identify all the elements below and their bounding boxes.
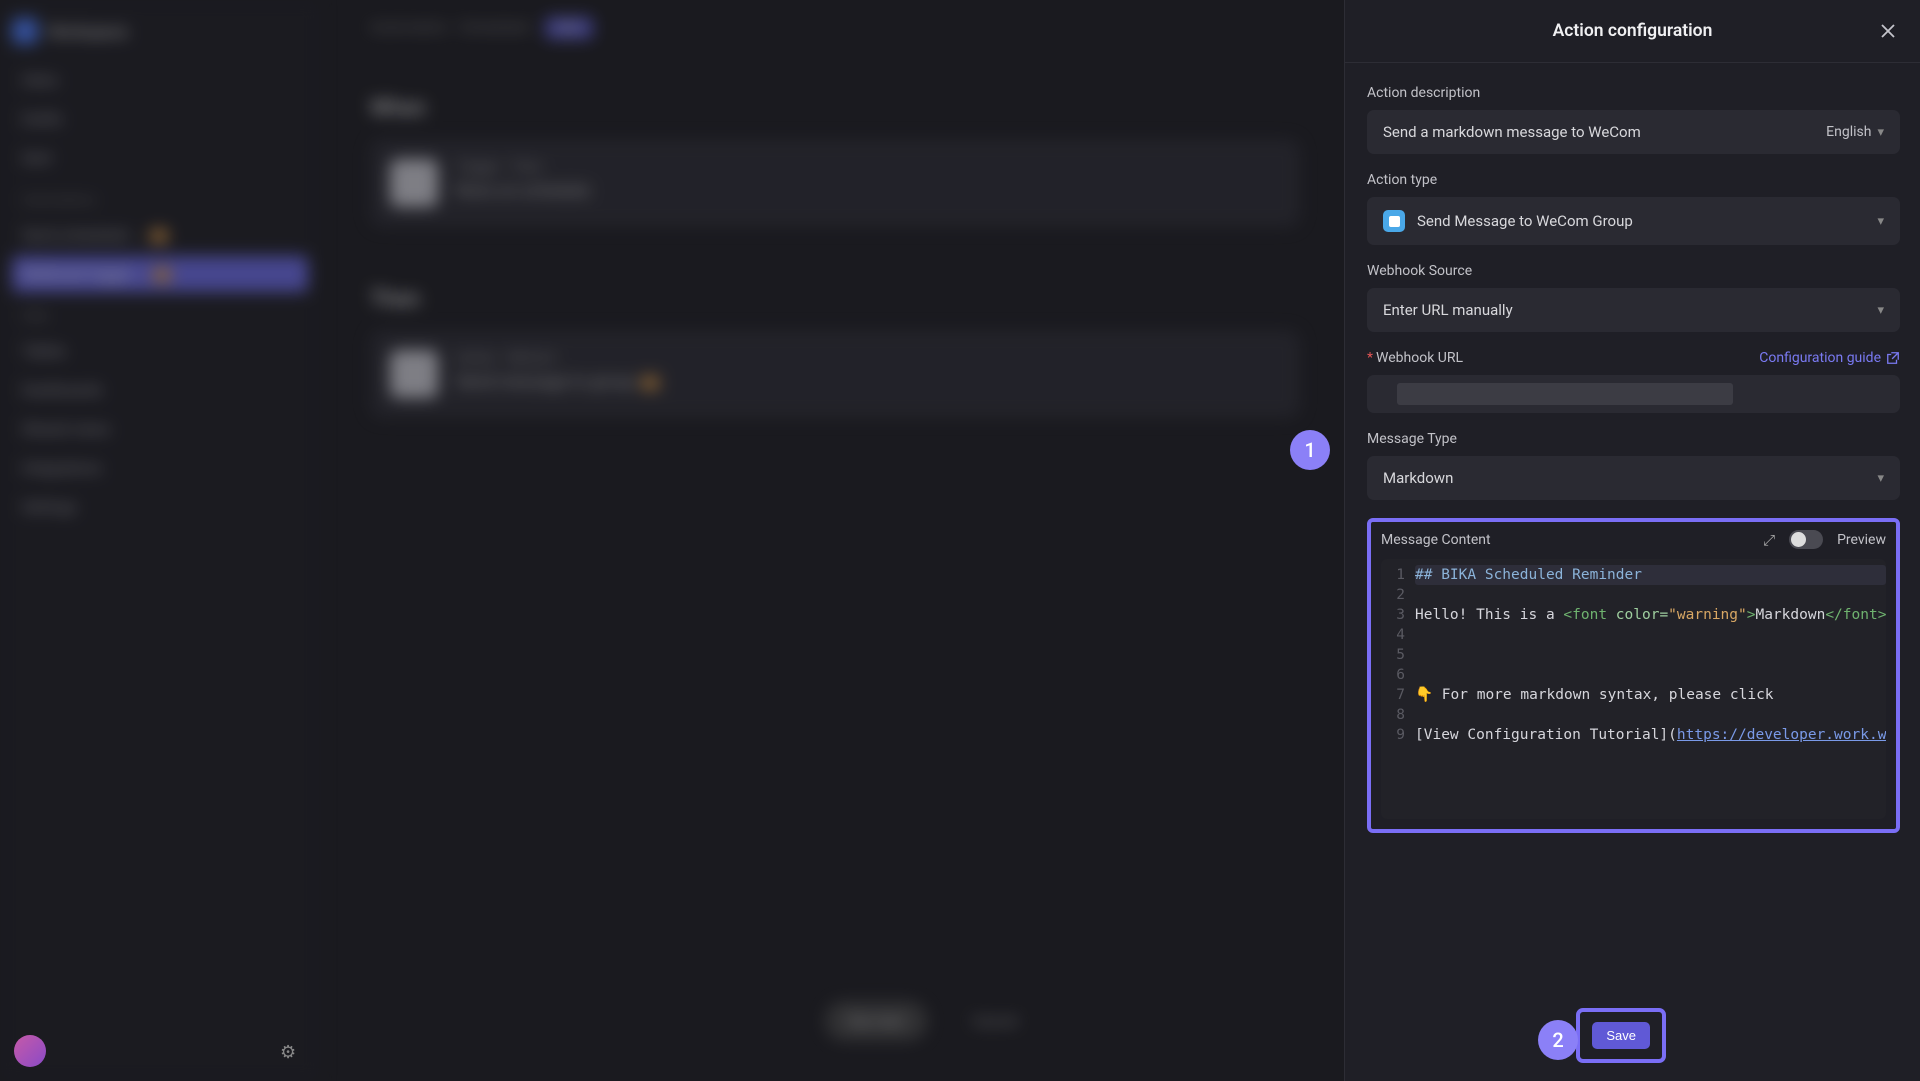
message-type-value: Markdown	[1383, 469, 1453, 487]
background-blur-layer: Workspace Inbox Drafts Sent Automations …	[0, 0, 1344, 1081]
webhook-url-field: *Webhook URL Configuration guide	[1367, 350, 1900, 413]
chevron-down-icon: ▾	[1877, 303, 1884, 318]
callout-badge-1: 1	[1290, 430, 1330, 470]
save-button-highlight: Save	[1576, 1008, 1666, 1063]
action-type-label: Action type	[1367, 172, 1900, 188]
preview-toggle[interactable]	[1789, 530, 1823, 549]
panel-title: Action configuration	[1553, 21, 1713, 41]
action-type-value: Send Message to WeCom Group	[1417, 212, 1633, 230]
message-type-select[interactable]: Markdown ▾	[1367, 456, 1900, 500]
wecom-icon	[1383, 210, 1405, 232]
expand-icon[interactable]: ⤢	[1763, 531, 1775, 549]
message-content-highlight: Message Content ⤢ Preview 1## BIKA Sched…	[1367, 518, 1900, 833]
chevron-down-icon: ▾	[1877, 471, 1884, 486]
webhook-url-label: *Webhook URL	[1367, 350, 1463, 366]
user-avatar[interactable]	[14, 1035, 46, 1067]
action-configuration-panel: Action configuration Action description …	[1344, 0, 1920, 1081]
webhook-source-field: Webhook Source Enter URL manually ▾	[1367, 263, 1900, 332]
message-content-label: Message Content	[1381, 532, 1491, 548]
action-type-select[interactable]: Send Message to WeCom Group ▾	[1367, 197, 1900, 245]
save-button[interactable]: Save	[1592, 1022, 1650, 1049]
action-description-input[interactable]: Send a markdown message to WeCom English…	[1367, 110, 1900, 154]
message-type-label: Message Type	[1367, 431, 1900, 447]
callout-badge-2: 2	[1538, 1020, 1578, 1060]
webhook-source-select[interactable]: Enter URL manually ▾	[1367, 288, 1900, 332]
webhook-source-value: Enter URL manually	[1383, 301, 1513, 319]
message-content-editor[interactable]: 1## BIKA Scheduled Reminder 2 3Hello! Th…	[1381, 559, 1886, 819]
action-description-label: Action description	[1367, 85, 1900, 101]
action-type-field: Action type Send Message to WeCom Group …	[1367, 172, 1900, 245]
sidebar: Workspace Inbox Drafts Sent Automations …	[0, 0, 320, 1081]
action-description-value: Send a markdown message to WeCom	[1383, 123, 1641, 141]
redacted-url	[1397, 383, 1733, 405]
close-icon[interactable]	[1876, 19, 1900, 43]
configuration-guide-link[interactable]: Configuration guide	[1759, 350, 1900, 366]
external-link-icon	[1886, 351, 1900, 365]
panel-body: Action description Send a markdown messa…	[1345, 63, 1920, 1081]
preview-label: Preview	[1837, 532, 1886, 548]
language-selector[interactable]: English ▾	[1826, 124, 1884, 140]
chevron-down-icon: ▾	[1877, 125, 1884, 140]
panel-header: Action configuration	[1345, 0, 1920, 63]
action-description-field: Action description Send a markdown messa…	[1367, 85, 1900, 154]
chevron-down-icon: ▾	[1877, 214, 1884, 229]
settings-icon[interactable]: ⚙	[280, 1042, 296, 1063]
message-type-field: Message Type Markdown ▾	[1367, 431, 1900, 500]
webhook-source-label: Webhook Source	[1367, 263, 1900, 279]
webhook-url-input[interactable]	[1367, 375, 1900, 413]
